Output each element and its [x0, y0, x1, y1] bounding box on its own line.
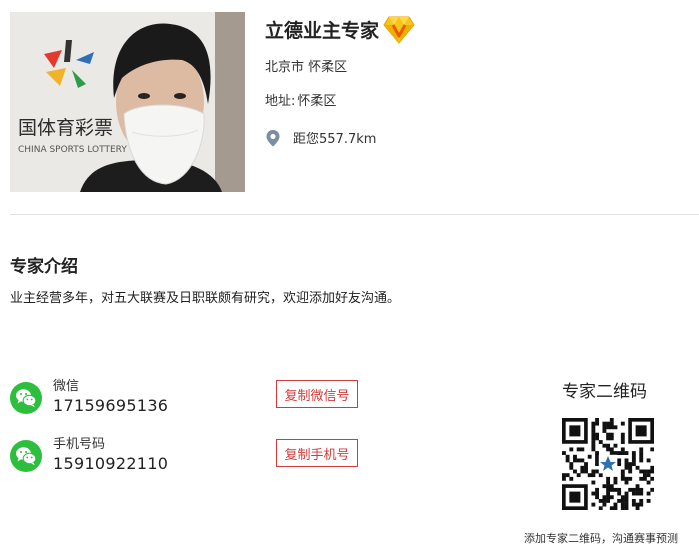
expert-name: 立德业主专家 [265, 19, 380, 42]
qr-caption: 添加专家二维码，沟通赛事预测 [524, 532, 678, 545]
wechat-icon [10, 440, 42, 472]
expert-city: 北京市 怀柔区 [265, 60, 348, 75]
wechat-icon [10, 382, 42, 414]
intro-title: 专家介绍 [10, 257, 78, 277]
copy-phone-button[interactable]: 复制手机号 [276, 439, 358, 467]
location-pin-icon [265, 129, 281, 147]
contact-wechat: 微信 17159695136 [10, 379, 168, 417]
address-value: 怀柔区 [297, 94, 337, 109]
wechat-label: 微信 [53, 379, 80, 394]
intro-text: 业主经营多年，对五大联赛及日职联颇有研究，欢迎添加好友沟通。 [10, 291, 401, 306]
phone-number: 15910922110 [53, 454, 169, 473]
diamond-vip-icon [383, 14, 415, 44]
phone-label: 手机号码 [53, 437, 106, 452]
expert-qr-code[interactable] [562, 418, 655, 511]
address-label: 地址: [265, 94, 296, 109]
expert-name-row: 立德业主专家 [265, 14, 415, 44]
photo-sign-subtext: CHINA SPORTS LOTTERY [18, 145, 127, 155]
photo-sign-text: 国体育彩票 [18, 117, 113, 139]
expert-distance: 距您557.7km [265, 128, 376, 147]
distance-text: 距您557.7km [293, 132, 377, 147]
copy-wechat-button[interactable]: 复制微信号 [276, 380, 358, 408]
section-divider [10, 214, 699, 215]
wechat-number: 17159695136 [53, 396, 169, 415]
expert-photo: 国体育彩票 CHINA SPORTS LOTTERY [10, 12, 245, 192]
contact-phone: 手机号码 15910922110 [10, 437, 168, 475]
expert-address: 地址: 怀柔区 [265, 90, 336, 109]
qr-title: 专家二维码 [562, 382, 647, 402]
